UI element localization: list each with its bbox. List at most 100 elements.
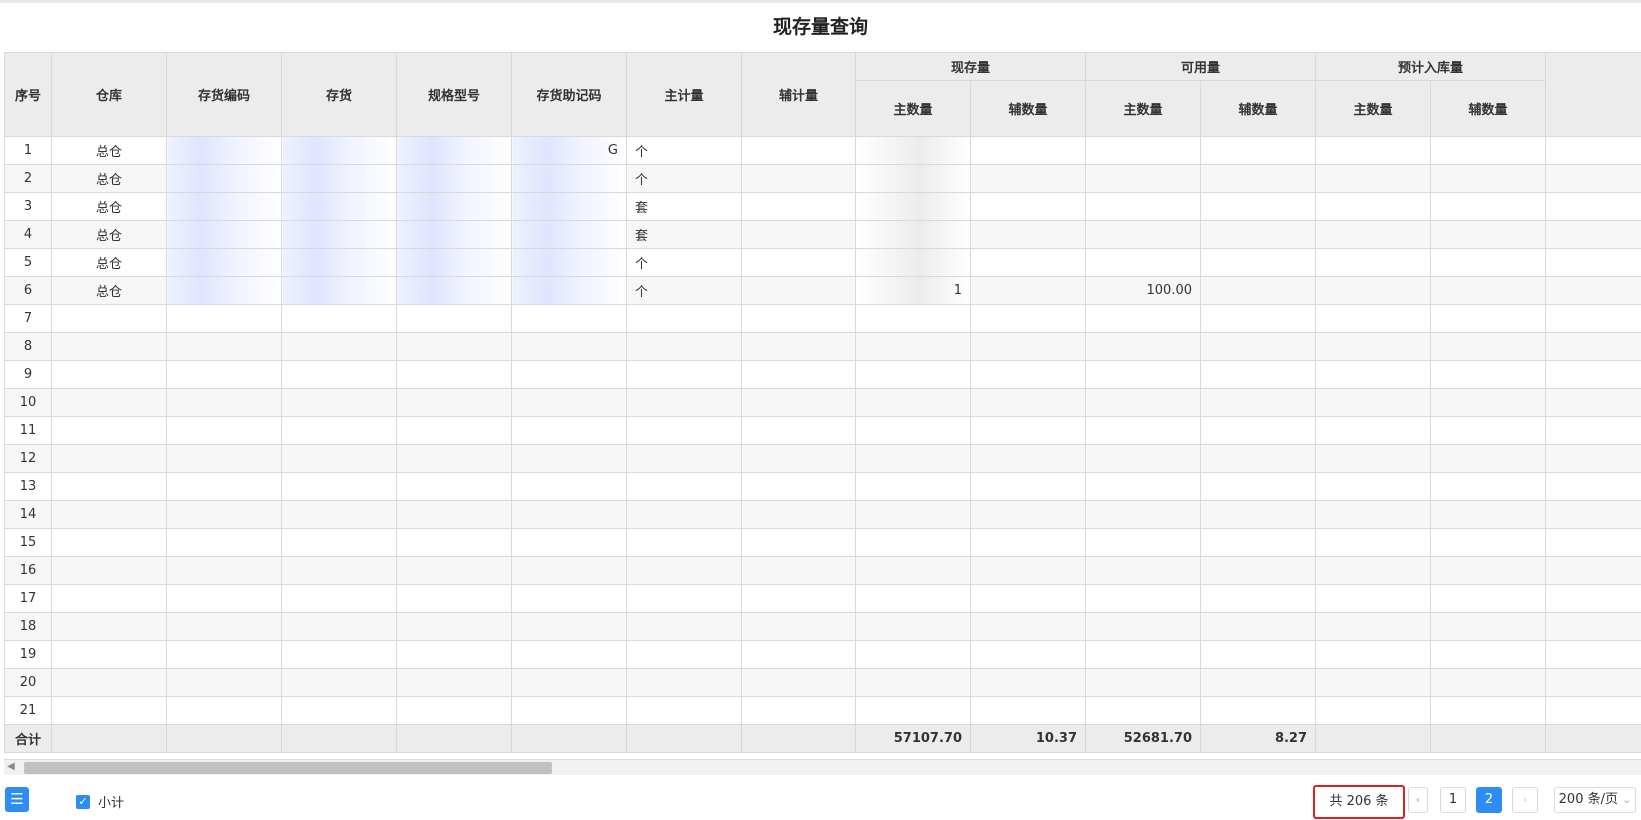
- page-button-2-active[interactable]: 2: [1476, 787, 1502, 813]
- table-row[interactable]: 4 总仓 套: [4, 220, 1641, 249]
- col-header-main-unit[interactable]: 主计量: [626, 52, 742, 137]
- incoming-main-cell: [1315, 472, 1432, 501]
- table-row[interactable]: 2 总仓 个: [4, 164, 1641, 193]
- aux-unit-cell: [741, 388, 856, 417]
- table-row[interactable]: 6 总仓 个 1 100.00: [4, 276, 1641, 305]
- subtotal-label: 小计: [98, 796, 125, 811]
- onhand-aux-cell: [969, 556, 1087, 585]
- overflow-cell: [1545, 416, 1641, 445]
- col-header-onhand-main[interactable]: 主数量: [855, 80, 971, 137]
- incoming-aux-cell: [1430, 136, 1547, 165]
- available-main-cell: [1085, 612, 1202, 641]
- column-settings-button[interactable]: ☰: [5, 787, 29, 812]
- col-header-incoming-aux[interactable]: 辅数量: [1430, 80, 1547, 137]
- horizontal-scrollbar[interactable]: ◀: [4, 759, 1641, 775]
- table-row[interactable]: 9: [4, 360, 1641, 389]
- spec-cell: [396, 500, 512, 529]
- subtotal-toggle[interactable]: ✓ 小计: [76, 792, 124, 811]
- table-row[interactable]: 8: [4, 332, 1641, 361]
- checkbox-checked-icon[interactable]: ✓: [76, 794, 90, 809]
- table-row[interactable]: 15: [4, 528, 1641, 557]
- aux-unit-cell: [741, 640, 856, 669]
- table-row[interactable]: 21: [4, 696, 1641, 725]
- available-main-cell: [1085, 668, 1202, 697]
- scrollbar-thumb[interactable]: [24, 762, 552, 774]
- overflow-cell: [1545, 248, 1641, 277]
- table-row[interactable]: 10: [4, 388, 1641, 417]
- col-header-item[interactable]: 存货: [281, 52, 397, 137]
- table-row[interactable]: 17: [4, 584, 1641, 613]
- overflow-cell: [1545, 332, 1641, 361]
- table-row[interactable]: 20: [4, 668, 1641, 697]
- onhand-main-cell: [855, 472, 971, 501]
- table-row[interactable]: 7: [4, 304, 1641, 333]
- onhand-aux-cell: [969, 164, 1087, 193]
- overflow-cell: [1545, 640, 1641, 669]
- incoming-aux-cell: [1430, 360, 1547, 389]
- row-index: 21: [4, 696, 52, 725]
- warehouse-link: [51, 556, 167, 585]
- prev-page-button[interactable]: ‹: [1408, 787, 1428, 813]
- incoming-aux-cell: [1430, 472, 1547, 501]
- spec-cell: [396, 556, 512, 585]
- incoming-main-cell: [1315, 248, 1432, 277]
- total-label: 合计: [4, 724, 52, 753]
- incoming-aux-cell: [1430, 416, 1547, 445]
- onhand-main-cell: [855, 444, 971, 473]
- warehouse-link[interactable]: 总仓: [51, 136, 167, 165]
- table-row[interactable]: 19: [4, 640, 1641, 669]
- overflow-cell: [1545, 192, 1641, 221]
- table-row[interactable]: 14: [4, 500, 1641, 529]
- total-cell: [741, 724, 856, 753]
- page-button-1[interactable]: 1: [1440, 787, 1466, 813]
- col-header-code[interactable]: 存货编码: [166, 52, 282, 137]
- warehouse-link[interactable]: 总仓: [51, 192, 167, 221]
- col-header-mnemonic[interactable]: 存货助记码: [511, 52, 627, 137]
- warehouse-link[interactable]: 总仓: [51, 220, 167, 249]
- table-row[interactable]: 11: [4, 416, 1641, 445]
- warehouse-link[interactable]: 总仓: [51, 276, 167, 305]
- col-header-aux-unit[interactable]: 辅计量: [741, 52, 856, 137]
- col-header-idx[interactable]: 序号: [4, 52, 52, 137]
- item-code-cell: [166, 220, 282, 249]
- col-header-available-aux[interactable]: 辅数量: [1200, 80, 1317, 137]
- incoming-main-cell: [1315, 528, 1432, 557]
- col-header-warehouse[interactable]: 仓库: [51, 52, 167, 137]
- col-header-incoming-main[interactable]: 主数量: [1315, 80, 1432, 137]
- warehouse-link: [51, 332, 167, 361]
- incoming-aux-cell: [1430, 164, 1547, 193]
- item-code-cell: [166, 696, 282, 725]
- warehouse-link: [51, 696, 167, 725]
- incoming-aux-cell: [1430, 444, 1547, 473]
- next-page-button[interactable]: ›: [1512, 787, 1538, 813]
- table-row[interactable]: 5 总仓 个: [4, 248, 1641, 277]
- table-row[interactable]: 16: [4, 556, 1641, 585]
- available-main-cell: [1085, 332, 1202, 361]
- incoming-main-cell: [1315, 416, 1432, 445]
- mnemonic-cell: [511, 416, 627, 445]
- row-index: 5: [4, 248, 52, 277]
- table-row[interactable]: 12: [4, 444, 1641, 473]
- table-row[interactable]: 13: [4, 472, 1641, 501]
- table-row[interactable]: 3 总仓 套: [4, 192, 1641, 221]
- mnemonic-cell: [511, 360, 627, 389]
- scroll-left-icon[interactable]: ◀: [7, 761, 15, 772]
- warehouse-link[interactable]: 总仓: [51, 248, 167, 277]
- aux-unit-cell: [741, 136, 856, 165]
- overflow-cell: [1545, 444, 1641, 473]
- table-row[interactable]: 1 总仓 G 个: [4, 136, 1641, 165]
- table-row[interactable]: 18: [4, 612, 1641, 641]
- col-header-onhand-aux[interactable]: 辅数量: [969, 80, 1087, 137]
- overflow-cell: [1545, 556, 1641, 585]
- data-grid: 序号 仓库 存货编码 存货 规格型号 存货助记码 主计量 辅计量 现存量 可用量…: [4, 52, 1641, 759]
- item-code-cell: [166, 360, 282, 389]
- total-cell: [626, 724, 742, 753]
- page-size-select[interactable]: 200 条/页 ⌄: [1554, 787, 1636, 813]
- onhand-aux-cell: [969, 584, 1087, 613]
- col-header-spec[interactable]: 规格型号: [396, 52, 512, 137]
- main-unit-cell: [626, 500, 742, 529]
- incoming-main-cell: [1315, 276, 1432, 305]
- row-index: 20: [4, 668, 52, 697]
- warehouse-link[interactable]: 总仓: [51, 164, 167, 193]
- col-header-available-main[interactable]: 主数量: [1085, 80, 1202, 137]
